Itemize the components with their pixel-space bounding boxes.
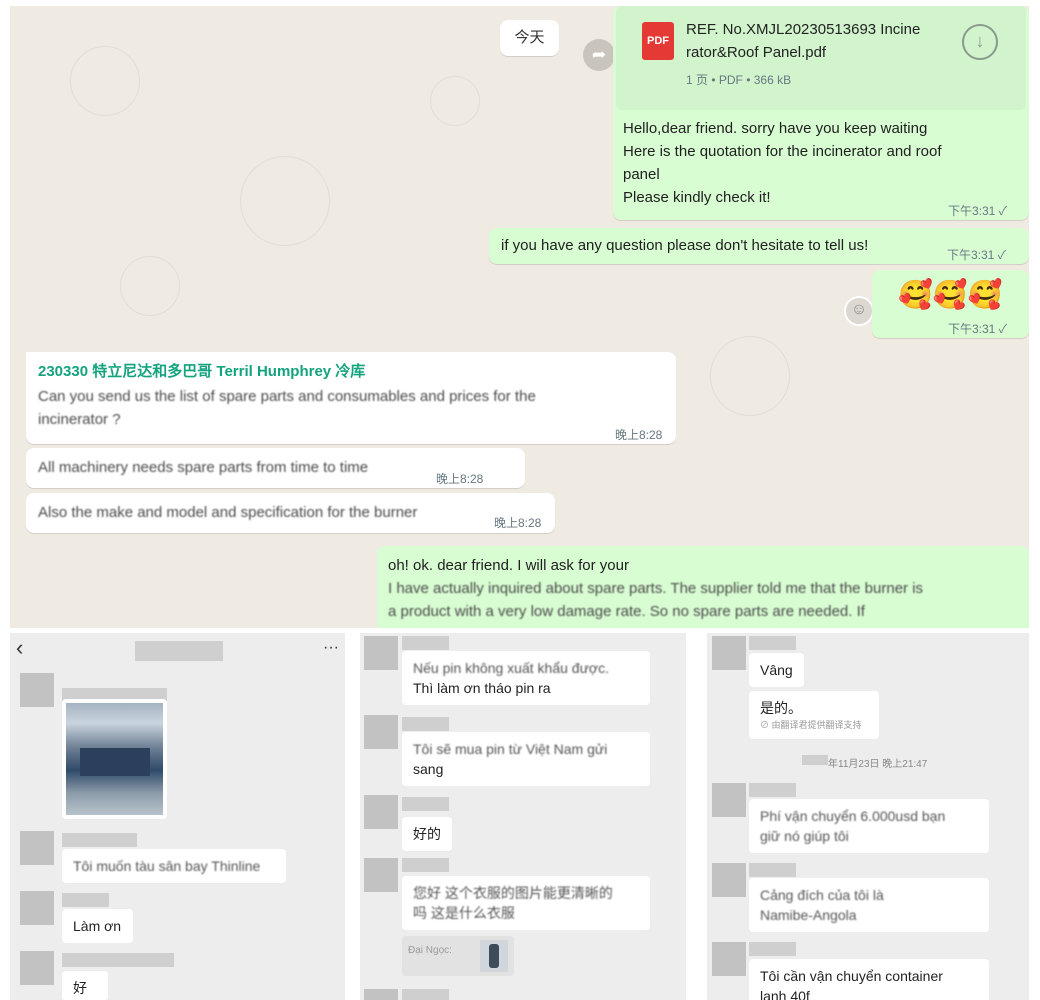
sender-name-redacted — [402, 636, 449, 650]
wechat-chat-middle: Nếu pin không xuất khẩu được. Thì làm ơn… — [360, 633, 686, 1000]
avatar — [364, 989, 398, 1000]
outgoing-message[interactable]: oh! ok. dear friend. I will ask for your… — [377, 546, 1029, 628]
message-text: All machinery needs spare parts from tim… — [38, 459, 369, 476]
message-time: 晚上8:28 — [615, 428, 663, 442]
message-caption: Hello,dear friend. sorry have you keep w… — [623, 120, 942, 206]
avatar — [20, 673, 54, 707]
message-text: oh! ok. dear friend. I will ask for your… — [388, 557, 924, 620]
avatar — [712, 863, 746, 897]
avatar — [712, 942, 746, 976]
sender-name-redacted — [402, 717, 449, 731]
background-doodle — [70, 46, 140, 116]
quoted-message[interactable]: Đại Ngọc: — [402, 936, 514, 976]
wechat-chat-left: ‹ ··· Tôi muốn tàu sân bay Thinline Làm … — [10, 633, 345, 1000]
chat-message[interactable]: Vâng — [749, 653, 804, 687]
avatar — [364, 636, 398, 670]
read-check-icon: ✓ — [998, 322, 1007, 336]
message-time: 晚上8:28 — [494, 516, 542, 530]
message-time: 下午3:31 ✓ — [947, 248, 1006, 262]
sender-name-redacted — [402, 989, 449, 1000]
background-doodle — [240, 156, 330, 246]
message-time: 晚上8:28 — [436, 472, 484, 486]
reaction-icon[interactable]: ☺ — [844, 296, 874, 326]
translate-note: ⊘ 由翻译君提供翻译支持 — [760, 720, 862, 730]
chat-message[interactable]: Tôi sẽ mua pin từ Việt Nam gửi sang — [402, 732, 650, 786]
document-meta: 1 页 • PDF • 366 kB — [686, 73, 792, 87]
outgoing-message[interactable]: if you have any question please don't he… — [489, 228, 1029, 264]
avatar — [20, 951, 54, 985]
date-chip: 今天 — [500, 20, 559, 56]
sender-name-redacted — [749, 863, 796, 877]
sender-name[interactable]: 230330 特立尼达和多巴哥 Terril Humphrey 冷库 — [38, 360, 365, 383]
avatar — [20, 891, 54, 925]
chat-message[interactable]: 您好 这个衣服的图片能更清晰的 吗 这是什么衣服 — [402, 876, 650, 930]
timestamp-redacted — [802, 755, 828, 765]
avatar — [20, 831, 54, 865]
chat-message[interactable]: Phí vận chuyển 6.000usd bạn giữ nó giúp … — [749, 799, 989, 853]
forward-icon[interactable]: ➦ — [583, 39, 615, 71]
message-text: if you have any question please don't he… — [501, 237, 869, 254]
avatar — [364, 715, 398, 749]
back-icon[interactable]: ‹ — [16, 635, 23, 661]
chat-message[interactable]: 好的 — [402, 817, 452, 851]
sender-name-redacted — [749, 942, 796, 956]
sender-name-redacted — [62, 833, 137, 847]
more-options-icon[interactable]: ··· — [323, 639, 339, 657]
message-text: Also the make and model and specificatio… — [38, 504, 418, 521]
background-doodle — [710, 336, 790, 416]
message-text: Can you send us the list of spare parts … — [38, 388, 536, 428]
chat-message[interactable]: Cảng đích của tôi là Namibe-Angola — [749, 878, 989, 932]
read-check-icon: ✓ — [997, 248, 1006, 262]
sender-name-redacted — [62, 953, 174, 967]
sender-name-redacted — [62, 893, 109, 907]
image-message[interactable] — [62, 699, 167, 819]
container-photo — [66, 703, 163, 815]
background-doodle — [120, 256, 180, 316]
message-time: 下午3:31 ✓ — [948, 322, 1007, 336]
avatar — [364, 795, 398, 829]
incoming-message[interactable]: All machinery needs spare parts from tim… — [26, 448, 525, 488]
chat-message[interactable]: Tôi cần vận chuyển container lạnh 40f — [749, 959, 989, 1000]
whatsapp-chat: 今天 ➦ PDF REF. No.XMJL20230513693 Incine … — [10, 6, 1029, 628]
sender-name-redacted — [749, 783, 796, 797]
emoji-text: 🥰🥰🥰 — [898, 279, 1003, 310]
sender-name-redacted — [749, 636, 796, 650]
chat-message[interactable]: Làm ơn — [62, 909, 133, 943]
message-time: 下午3:31 ✓ — [948, 204, 1007, 218]
document-message[interactable]: PDF REF. No.XMJL20230513693 Incine rator… — [613, 6, 1029, 220]
outgoing-emoji-message[interactable]: 🥰🥰🥰 下午3:31 ✓ — [872, 270, 1029, 338]
pdf-file-icon: PDF — [642, 22, 674, 60]
chat-message[interactable]: 好的 — [62, 971, 108, 1000]
wechat-chat-right: Vâng 是的。 ⊘ 由翻译君提供翻译支持 年11月23日 晚上21:47 Ph… — [707, 633, 1029, 1000]
incoming-message[interactable]: Also the make and model and specificatio… — [26, 493, 555, 533]
avatar — [712, 783, 746, 817]
document-filename: REF. No.XMJL20230513693 Incine rator&Roo… — [686, 21, 921, 61]
sender-name-redacted — [402, 858, 449, 872]
document-card[interactable]: PDF REF. No.XMJL20230513693 Incine rator… — [616, 6, 1026, 110]
read-check-icon: ✓ — [998, 204, 1007, 218]
sender-name-redacted — [402, 797, 449, 811]
avatar — [364, 858, 398, 892]
download-icon[interactable]: ↓ — [962, 24, 998, 60]
quoted-thumbnail — [480, 940, 508, 972]
chat-message[interactable]: Nếu pin không xuất khẩu được. Thì làm ơn… — [402, 651, 650, 705]
chat-message[interactable]: 是的。 ⊘ 由翻译君提供翻译支持 — [749, 691, 879, 739]
chat-title-redacted — [135, 641, 223, 661]
thumbnail-figure — [489, 944, 499, 968]
incoming-message[interactable]: 230330 特立尼达和多巴哥 Terril Humphrey 冷库 Can y… — [26, 352, 676, 444]
chat-message[interactable]: Tôi muốn tàu sân bay Thinline — [62, 849, 286, 883]
photo-detail — [80, 748, 150, 776]
chat-timestamp: 年11月23日 晚上21:47 — [828, 759, 928, 770]
avatar — [712, 636, 746, 670]
background-doodle — [430, 76, 480, 126]
